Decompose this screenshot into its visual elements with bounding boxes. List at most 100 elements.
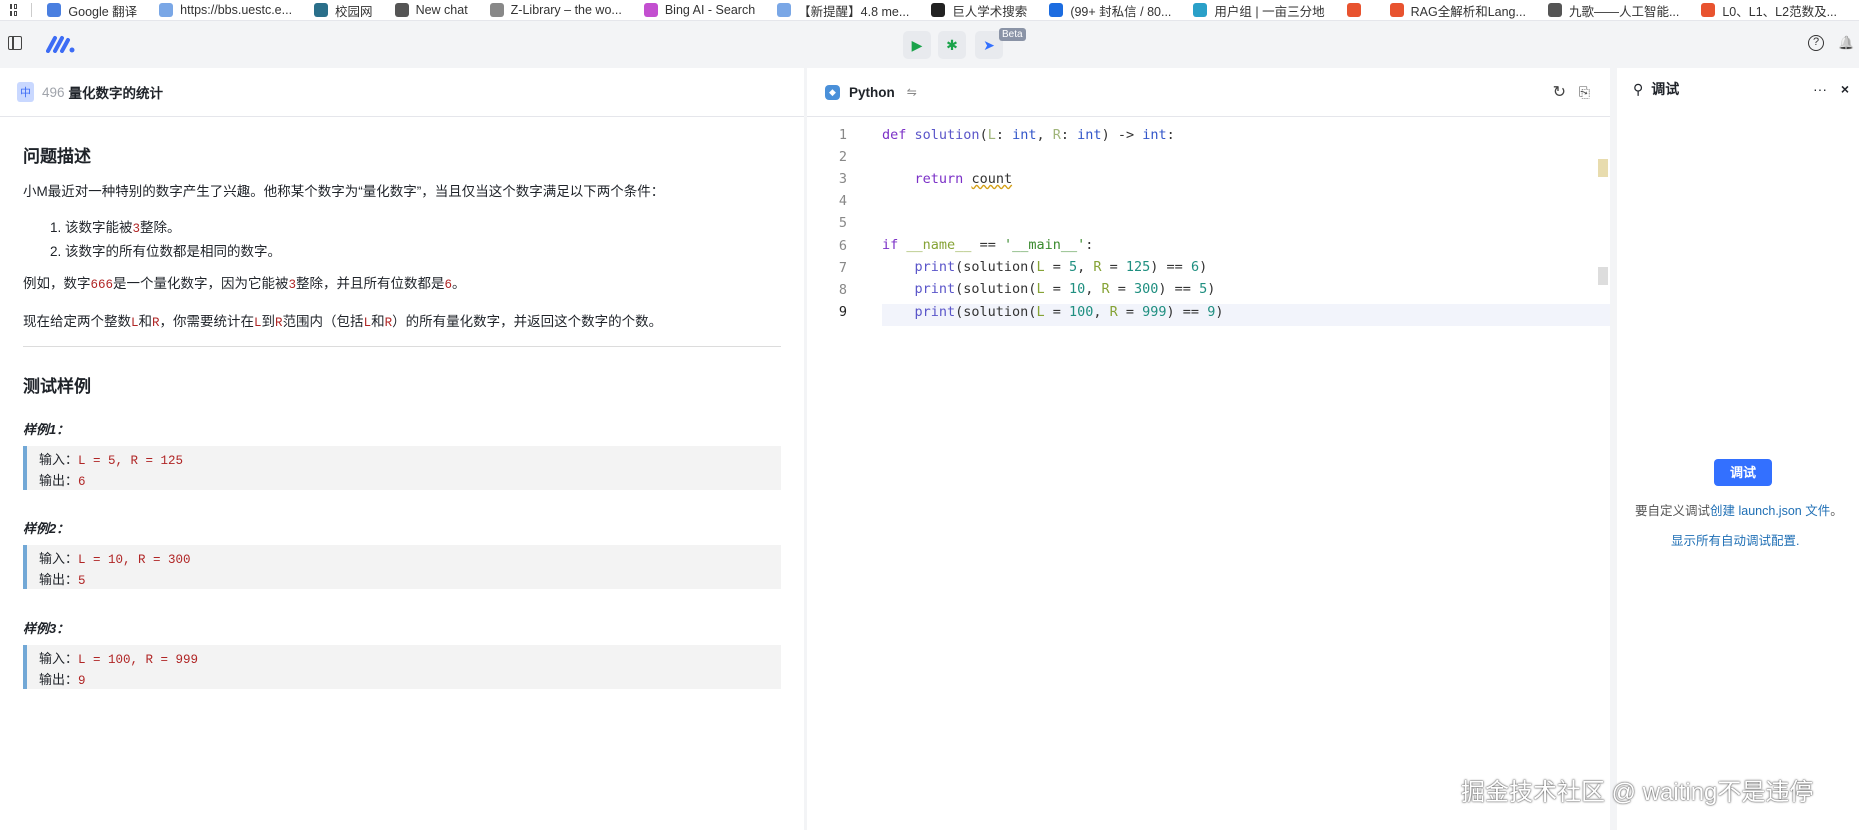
line-number: 9 (838, 303, 847, 320)
minimap-marker (1598, 159, 1608, 177)
code-line[interactable]: print(solution(L = 5, R = 125) == 6) (882, 259, 1208, 275)
show-auto-configs-link[interactable]: 显示所有自动调试配置. (1671, 530, 1799, 549)
bookmark-label: Z-Library – the wo... (510, 3, 622, 17)
bookmark-label: 用户组 | 一亩三分地 (1214, 4, 1325, 19)
bookmark-favicon-icon (777, 3, 792, 17)
tests-heading: 测试样例 (23, 377, 91, 396)
sample-input: 输入：L = 5, R = 125 (39, 452, 184, 468)
help-icon[interactable]: ? (1808, 35, 1824, 51)
language-badge[interactable]: 中 (17, 82, 34, 102)
condition-1: 1. 该数字能被3整除。 (50, 220, 181, 236)
top-toolbar: ▶ ✱ ➤ Beta ? 🔔 (0, 21, 1859, 68)
bookmark-favicon-icon (1389, 3, 1404, 17)
sample-box: 输入：L = 5, R = 125 输出：6 (23, 446, 781, 490)
line-number: 4 (838, 193, 847, 210)
sample-box: 输入：L = 100, R = 999 输出：9 (23, 645, 781, 689)
sample-input: 输入：L = 10, R = 300 (39, 551, 191, 567)
bookmark-favicon-icon (489, 3, 504, 17)
scrollbar[interactable] (1598, 267, 1608, 285)
line-number: 3 (838, 171, 847, 188)
condition-2: 2. 该数字的所有位数都是相同的数字。 (50, 244, 282, 259)
language-selector[interactable]: Python (849, 85, 895, 100)
debug-panel: ⚲ 调试 ··· × 调试 要自定义调试创建 launch.json 文件。 显… (1617, 68, 1859, 830)
bookmark-label: 巨人学术搜索 (952, 4, 1028, 19)
bookmark-label: https://bbs.uestc.e... (180, 3, 293, 17)
editor-header: ◆ Python ⇋ ↻ ⎘ (807, 68, 1610, 117)
python-icon: ◆ (825, 84, 840, 100)
swap-icon[interactable]: ⇋ (907, 85, 917, 99)
debug-title: 调试 (1651, 81, 1680, 97)
bookmark-item[interactable]: 用户组 | 一亩三分地 (1193, 1, 1325, 20)
bookmark-item[interactable]: L0、L1、L2范数及... (1701, 1, 1837, 20)
code-line[interactable]: return count (882, 171, 1013, 187)
bookmark-favicon-icon (1049, 3, 1064, 17)
sample-output: 输出：9 (39, 672, 86, 688)
bookmark-item[interactable]: 九歌——人工智能... (1547, 1, 1680, 20)
apps-icon[interactable] (10, 4, 17, 16)
reset-icon[interactable]: ↻ (1553, 82, 1566, 102)
format-icon[interactable]: ⎘ (1579, 84, 1590, 101)
bookmark-label: 九歌——人工智能... (1568, 4, 1680, 19)
bookmark-item[interactable]: New chat (394, 1, 468, 20)
line-number: 8 (838, 281, 847, 298)
line-number: 2 (838, 149, 847, 166)
code-line[interactable]: print(solution(L = 10, R = 300) == 5) (882, 281, 1216, 297)
bookmark-label: L0、L1、L2范数及... (1722, 4, 1837, 19)
bookmark-favicon-icon (1193, 3, 1208, 17)
start-debug-button[interactable]: 调试 (1714, 459, 1772, 486)
bookmark-item[interactable] (1346, 1, 1368, 20)
line-number: 5 (838, 215, 847, 232)
watermark: 掘金技术社区 @ waiting不是违停 (1461, 779, 1814, 806)
sample-output: 输出：5 (39, 572, 86, 588)
run-button[interactable]: ▶ (903, 31, 931, 59)
line-number: 7 (838, 259, 847, 276)
description-heading: 问题描述 (23, 147, 91, 166)
code-line[interactable]: def solution(L: int, R: int) -> int: (882, 127, 1175, 143)
bell-icon[interactable]: 🔔 (1838, 35, 1854, 51)
bookmark-item[interactable]: 【新提醒】4.8 me... (777, 1, 909, 20)
sample-box: 输入：L = 10, R = 300 输出：5 (23, 545, 781, 589)
bookmark-label: Google 翻译 (68, 4, 138, 19)
bookmark-label: (99+ 封私信 / 80... (1070, 4, 1172, 19)
bookmark-favicon-icon (1346, 3, 1361, 17)
problem-title: 量化数字的统计 (68, 86, 164, 101)
problem-header: 中 496 量化数字的统计 (0, 68, 804, 117)
code-editor-panel: ◆ Python ⇋ ↻ ⎘ 1 2 3 4 5 6 7 8 9 def solution(L:… (807, 68, 1610, 830)
debug-hint: 要自定义调试创建 launch.json 文件。 (1635, 504, 1843, 518)
bookmark-favicon-icon (47, 3, 62, 17)
code-line[interactable]: if __name__ == '__main__': (882, 237, 1093, 253)
bookmark-item[interactable]: Z-Library – the wo... (489, 1, 622, 20)
sample-output: 输出：6 (39, 473, 86, 489)
divider (23, 346, 781, 347)
bookmark-label: 校园网 (335, 4, 373, 19)
create-launch-json-link[interactable]: 创建 launch.json 文件 (1710, 504, 1830, 518)
problem-number: 496 (42, 84, 65, 100)
bookmark-item[interactable]: RAG全解析和Lang... (1389, 1, 1526, 20)
bug-icon: ⚲ (1633, 80, 1644, 97)
code-line[interactable]: print(solution(L = 100, R = 999) == 9) (882, 304, 1224, 320)
bookmark-label: 【新提醒】4.8 me... (798, 4, 910, 19)
bookmark-favicon-icon (394, 3, 409, 17)
bookmark-item[interactable]: 巨人学术搜索 (931, 1, 1027, 20)
sample-label: 样例2： (23, 521, 70, 536)
example-text: 例如，数字666是一个量化数字，因为它能被3整除，并且所有位数都是6。 (23, 276, 466, 292)
bookmark-item[interactable]: (99+ 封私信 / 80... (1049, 1, 1171, 20)
bookmark-label: RAG全解析和Lang... (1410, 4, 1526, 19)
debug-bug-button[interactable]: ✱ (938, 31, 966, 59)
marscode-logo[interactable] (46, 35, 76, 53)
bookmark-favicon-icon (643, 3, 658, 17)
beta-badge: Beta (999, 28, 1026, 41)
bookmark-item[interactable]: 校园网 (314, 1, 373, 20)
bookmark-item[interactable]: Bing AI - Search (643, 1, 756, 20)
more-icon[interactable]: ··· (1813, 81, 1827, 97)
sample-input: 输入：L = 100, R = 999 (39, 651, 199, 667)
bookmark-item[interactable]: Google 翻译 (47, 1, 137, 20)
close-icon[interactable]: × (1841, 81, 1849, 97)
line-number: 6 (838, 237, 847, 254)
bookmark-item[interactable]: https://bbs.uestc.e... (159, 1, 292, 20)
bookmark-label: New chat (415, 3, 468, 17)
sample-label: 样例1： (23, 422, 70, 437)
bookmark-label: Bing AI - Search (664, 3, 756, 17)
line-number: 1 (838, 127, 847, 143)
toggle-sidebar-icon[interactable] (8, 36, 22, 50)
